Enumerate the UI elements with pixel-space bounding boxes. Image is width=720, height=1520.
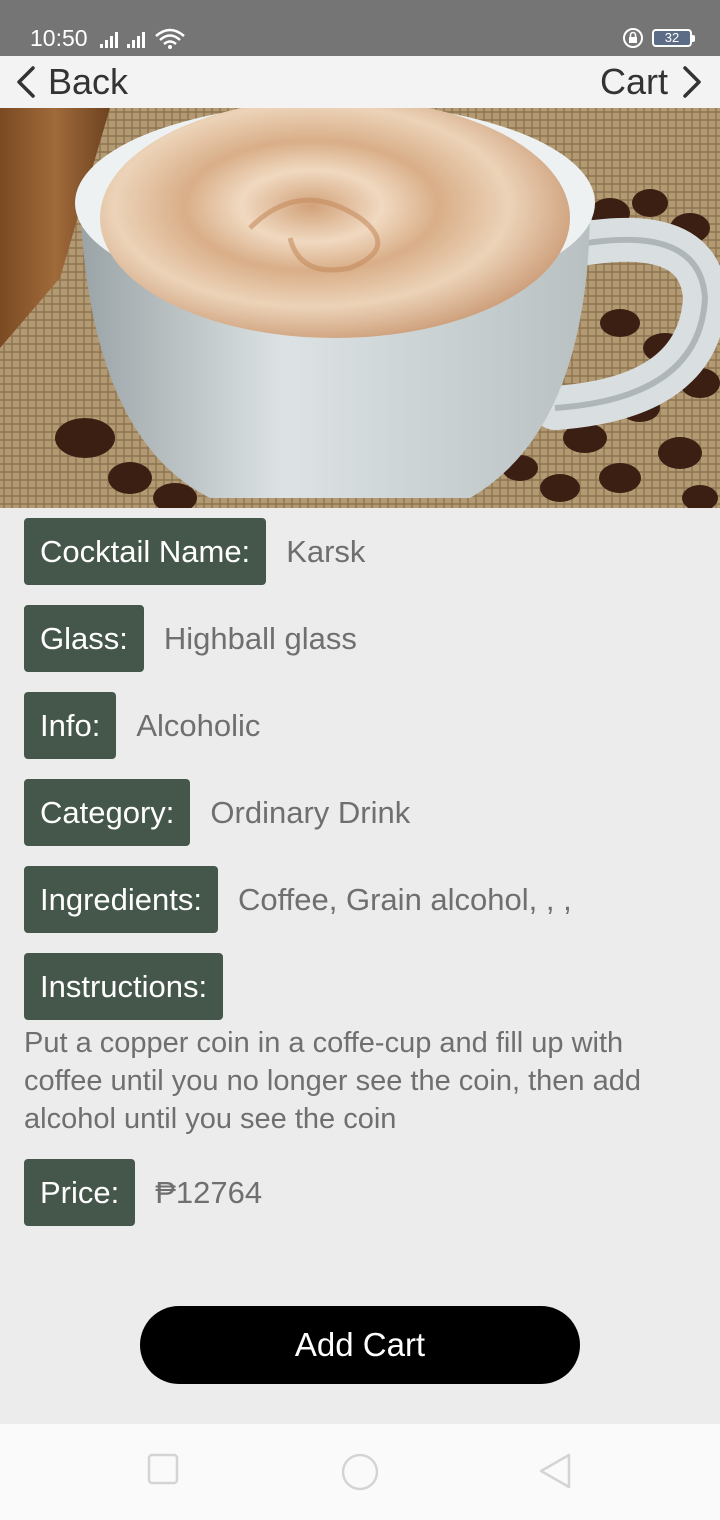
ingredients-row: Ingredients: Coffee, Grain alcohol, , , bbox=[24, 866, 572, 933]
price-row: Price: ₱12764 bbox=[24, 1159, 262, 1226]
glass-label: Glass: bbox=[24, 605, 144, 672]
add-cart-button[interactable]: Add Cart bbox=[140, 1306, 580, 1384]
signal-wifi-icons bbox=[100, 28, 185, 49]
info-label: Info: bbox=[24, 692, 117, 759]
chevron-right-icon bbox=[683, 66, 701, 98]
glass-value: Highball glass bbox=[163, 620, 357, 656]
category-row: Category: Ordinary Drink bbox=[24, 779, 410, 846]
instructions-row: Instructions: bbox=[24, 953, 224, 1020]
category-label: Category: bbox=[24, 779, 191, 846]
ingredients-label: Ingredients: bbox=[24, 866, 218, 933]
chevron-left-icon bbox=[17, 66, 35, 98]
cart-button[interactable]: Cart bbox=[600, 60, 704, 104]
info-value: Alcoholic bbox=[136, 707, 261, 743]
instructions-label: Instructions: bbox=[24, 953, 224, 1020]
ingredients-value: Coffee, Grain alcohol, , , bbox=[238, 881, 572, 917]
status-bar: 10:50 32 bbox=[0, 0, 720, 56]
info-row: Info: Alcoholic bbox=[24, 692, 260, 759]
cocktail-name-row: Cocktail Name: Karsk bbox=[24, 518, 365, 585]
status-time: 10:50 bbox=[30, 25, 88, 51]
instructions-value: Put a copper coin in a coffe-cup and fil… bbox=[24, 1027, 641, 1135]
cart-label: Cart bbox=[599, 61, 668, 102]
back-label: Back bbox=[48, 61, 129, 102]
home-icon[interactable] bbox=[340, 1452, 380, 1492]
cocktail-name-label: Cocktail Name: bbox=[24, 518, 267, 585]
system-nav-bar bbox=[0, 1424, 720, 1520]
recent-apps-icon[interactable] bbox=[146, 1452, 180, 1486]
glass-row: Glass: Highball glass bbox=[24, 605, 357, 672]
status-right: 32 bbox=[622, 26, 695, 50]
back-nav-icon[interactable] bbox=[536, 1452, 574, 1490]
lock-rotation-icon bbox=[623, 28, 643, 48]
drink-image bbox=[0, 108, 720, 508]
price-label: Price: bbox=[24, 1159, 136, 1226]
battery-icon: 32 bbox=[652, 29, 695, 47]
top-nav-bar: Back Cart bbox=[0, 56, 720, 108]
price-value: ₱12764 bbox=[155, 1174, 263, 1210]
back-button[interactable]: Back bbox=[14, 60, 128, 104]
category-value: Ordinary Drink bbox=[210, 794, 411, 830]
cocktail-name-value: Karsk bbox=[286, 533, 366, 569]
